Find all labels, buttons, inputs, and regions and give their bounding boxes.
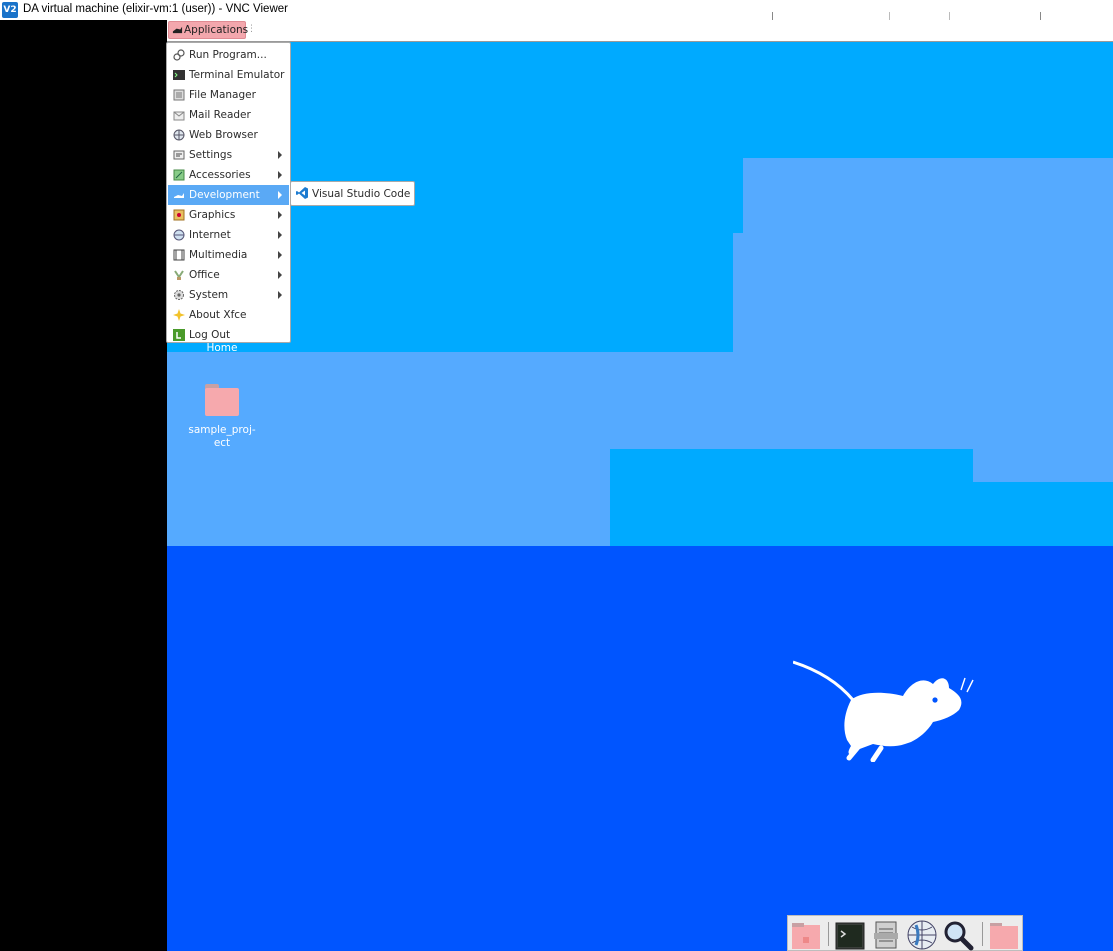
search-icon <box>944 921 974 951</box>
submenu-arrow-icon <box>278 171 282 179</box>
vnc-viewer-logo-icon: V2 <box>2 2 18 18</box>
submenu-arrow-icon <box>278 151 282 159</box>
menu-item-web-browser[interactable]: Web Browser <box>168 125 289 145</box>
window-title: DA virtual machine (elixir-vm:1 (user)) … <box>23 3 288 15</box>
mail-icon <box>173 111 185 121</box>
settings-icon <box>173 150 185 160</box>
terminal-icon <box>835 922 865 950</box>
menu-item-label: Multimedia <box>189 249 248 261</box>
system-icon <box>174 290 184 300</box>
applications-menu-button[interactable]: Applications <box>168 21 249 39</box>
menu-item-label: Mail Reader <box>189 109 251 121</box>
bg-band <box>610 449 973 483</box>
left-black-area <box>0 20 167 951</box>
menu-item-run-program[interactable]: Run Program... <box>168 45 289 65</box>
panel-handle[interactable]: ⋮ <box>247 24 256 34</box>
submenu-arrow-icon <box>278 251 282 259</box>
terminal-icon <box>173 70 185 80</box>
dock-file-manager[interactable] <box>870 919 902 951</box>
menu-item-label: Settings <box>189 149 233 161</box>
menu-item-log-out[interactable]: Log Out <box>168 325 289 345</box>
internet-icon <box>173 229 185 241</box>
menu-item-label: About Xfce <box>189 309 247 321</box>
submenu-arrow-icon <box>278 271 282 279</box>
dock-terminal[interactable] <box>834 919 866 951</box>
menu-item-label: Visual Studio Code <box>312 188 411 200</box>
dock-search[interactable] <box>942 919 974 951</box>
menu-item-system[interactable]: System <box>168 285 289 305</box>
bg-band <box>167 352 1113 449</box>
menu-item-label: Terminal Emulator <box>189 69 285 81</box>
bg-stairs <box>907 482 1113 546</box>
desktop-icon-sample-project[interactable]: sample_proj- ect <box>185 382 259 450</box>
menu-item-multimedia[interactable]: Multimedia <box>168 245 289 265</box>
folder-icon <box>205 382 239 416</box>
menu-item-file-manager[interactable]: File Manager <box>168 85 289 105</box>
menu-item-development[interactable]: Development <box>168 185 289 205</box>
xfce-top-panel: Applications ⋮ <box>167 20 1113 42</box>
dock-folder[interactable] <box>988 919 1020 951</box>
dock-separator <box>828 922 829 946</box>
multimedia-icon <box>173 249 185 261</box>
run-icon <box>173 49 185 61</box>
menu-item-visual-studio-code[interactable]: Visual Studio Code <box>292 183 413 204</box>
desktop-background: Home sample_proj- ect <box>167 42 1113 951</box>
dock-web-browser[interactable] <box>906 919 938 951</box>
submenu-arrow-icon <box>278 191 282 199</box>
bg-band <box>973 449 1113 483</box>
xfce-mouse-logo-icon <box>793 660 974 762</box>
menu-item-label: Web Browser <box>189 129 258 141</box>
bottom-dock <box>787 915 1023 951</box>
menu-item-accessories[interactable]: Accessories <box>168 165 289 185</box>
menu-item-label: Office <box>189 269 220 281</box>
file-manager-icon <box>874 921 898 949</box>
submenu-arrow-icon <box>278 291 282 299</box>
menu-item-label: Log Out <box>189 329 231 341</box>
submenu-arrow-icon <box>278 211 282 219</box>
menu-item-label: File Manager <box>189 89 256 101</box>
bg-band <box>733 233 1113 352</box>
menu-item-label: Accessories <box>189 169 251 181</box>
menu-item-label: Graphics <box>189 209 236 221</box>
menu-item-label: Internet <box>189 229 231 241</box>
dock-show-desktop[interactable] <box>790 919 822 951</box>
menu-item-label: Development <box>189 189 260 201</box>
file-manager-icon <box>173 89 185 101</box>
applications-menu: Run Program... Terminal Emulator File Ma… <box>166 42 291 343</box>
bg-band <box>743 158 1113 233</box>
submenu-arrow-icon <box>278 231 282 239</box>
applications-label: Applications <box>184 24 249 36</box>
vscode-icon <box>296 187 308 199</box>
menu-item-graphics[interactable]: Graphics <box>168 205 289 225</box>
menu-item-about-xfce[interactable]: About Xfce <box>168 305 289 325</box>
office-icon <box>174 270 184 280</box>
menu-item-internet[interactable]: Internet <box>168 225 289 245</box>
menu-item-label: System <box>189 289 229 301</box>
desktop-icon-label: sample_proj- ect <box>188 424 256 449</box>
development-submenu: Visual Studio Code <box>290 181 415 206</box>
menu-item-label: Run Program... <box>189 49 267 61</box>
about-icon <box>173 309 185 321</box>
menu-item-terminal-emulator[interactable]: Terminal Emulator <box>168 65 289 85</box>
menu-item-office[interactable]: Office <box>168 265 289 285</box>
menu-item-settings[interactable]: Settings <box>168 145 289 165</box>
folder-icon <box>990 923 1018 949</box>
menu-item-mail-reader[interactable]: Mail Reader <box>168 105 289 125</box>
accessories-icon <box>173 169 185 181</box>
xfce-logo-icon <box>172 26 183 34</box>
development-icon <box>174 193 184 198</box>
window-title-bar: V2 DA virtual machine (elixir-vm:1 (user… <box>0 0 1113 22</box>
web-browser-icon <box>173 129 185 141</box>
dock-separator <box>982 922 983 946</box>
show-desktop-icon <box>792 923 820 949</box>
web-browser-icon <box>907 920 937 950</box>
logout-icon <box>173 329 185 341</box>
graphics-icon <box>173 209 185 221</box>
